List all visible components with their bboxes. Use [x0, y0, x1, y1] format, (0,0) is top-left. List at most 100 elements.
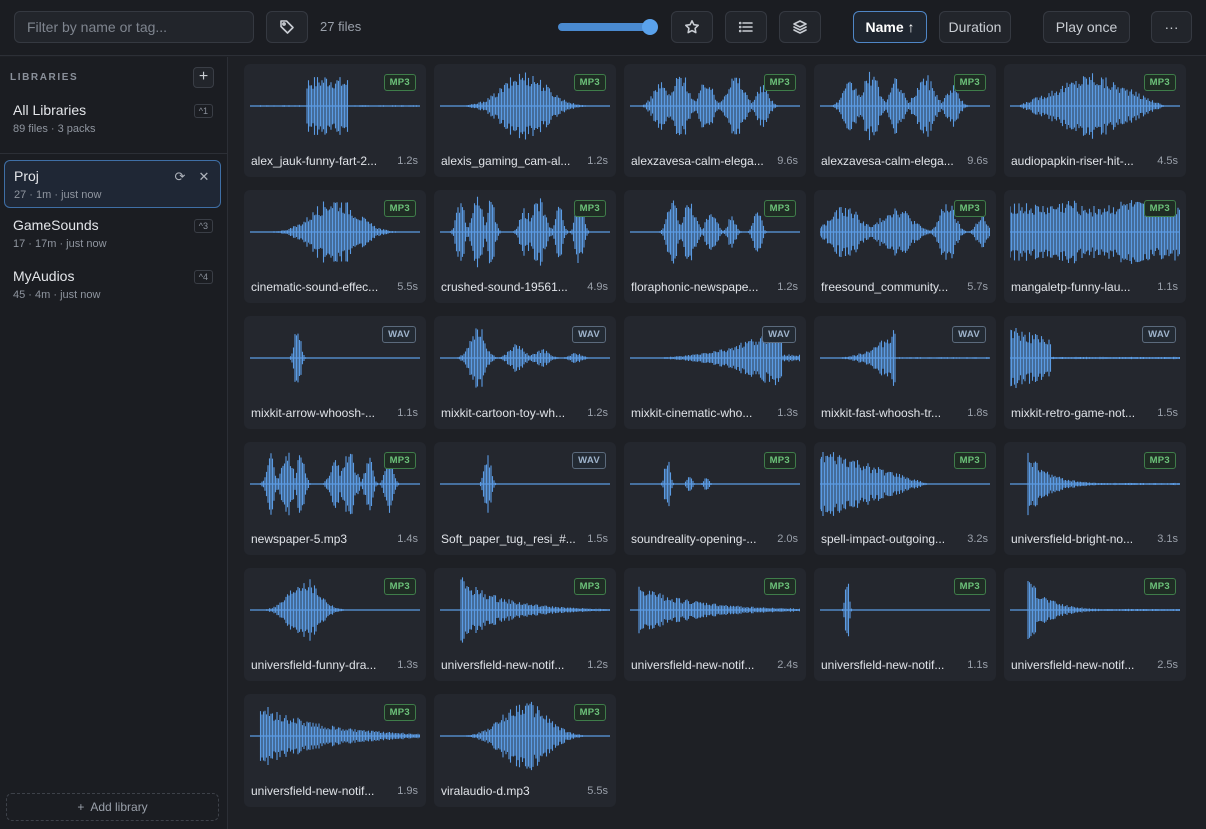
layers-button[interactable]: [779, 11, 821, 43]
file-name: viralaudio-d.mp3: [441, 784, 530, 798]
format-badge: MP3: [953, 452, 986, 469]
file-name: newspaper-5.mp3: [251, 532, 348, 546]
format-badge: MP3: [1143, 452, 1176, 469]
file-name: mixkit-fast-whoosh-tr...: [821, 406, 942, 420]
sound-card[interactable]: MP3 universfield-new-notif... 2.5s: [1004, 568, 1186, 681]
format-badge: MP3: [573, 74, 606, 91]
file-name: floraphonic-newspape...: [631, 280, 759, 294]
file-duration: 4.9s: [587, 281, 608, 293]
filter-input[interactable]: [14, 11, 254, 43]
library-meta: 17 · 17m · just now: [13, 238, 107, 250]
sound-card[interactable]: MP3 alexzavesa-calm-elega... 9.6s: [624, 64, 806, 177]
star-icon: [685, 20, 699, 34]
sound-card[interactable]: WAV Soft_paper_tug,_resi_#... 1.5s: [434, 442, 616, 555]
file-duration: 1.4s: [397, 533, 418, 545]
file-name: cinematic-sound-effec...: [251, 280, 379, 294]
file-name: audiopapkin-riser-hit-...: [1011, 154, 1134, 168]
format-badge: MP3: [383, 200, 416, 217]
sound-card[interactable]: MP3 floraphonic-newspape... 1.2s: [624, 190, 806, 303]
format-badge: MP3: [573, 200, 606, 217]
format-badge: MP3: [953, 74, 986, 91]
favorites-button[interactable]: [671, 11, 713, 43]
close-icon[interactable]: ✕: [196, 169, 212, 185]
sound-card[interactable]: MP3 viralaudio-d.mp3 5.5s: [434, 694, 616, 807]
tag-filter-button[interactable]: [266, 11, 308, 43]
sound-card[interactable]: WAV mixkit-arrow-whoosh-... 1.1s: [244, 316, 426, 429]
libraries-heading: LIBRARIES: [10, 72, 79, 83]
file-name: mixkit-cinematic-who...: [631, 406, 753, 420]
library-meta: 89 files · 3 packs: [13, 123, 96, 135]
file-name: universfield-funny-dra...: [251, 658, 377, 672]
sound-card[interactable]: WAV mixkit-cartoon-toy-wh... 1.2s: [434, 316, 616, 429]
format-badge: MP3: [383, 578, 416, 595]
more-menu-button[interactable]: ···: [1151, 11, 1192, 43]
sound-card[interactable]: WAV mixkit-fast-whoosh-tr... 1.8s: [814, 316, 996, 429]
waveform-bars: [259, 452, 400, 516]
sound-card[interactable]: MP3 alexis_gaming_cam-al... 1.2s: [434, 64, 616, 177]
sound-card[interactable]: MP3 newspaper-5.mp3 1.4s: [244, 442, 426, 555]
file-name: universfield-new-notif...: [251, 784, 375, 798]
file-duration: 2.0s: [777, 533, 798, 545]
format-badge: MP3: [383, 704, 416, 721]
format-badge: MP3: [763, 200, 796, 217]
waveform-bars: [449, 196, 590, 268]
tag-icon: [280, 20, 294, 34]
file-duration: 9.6s: [777, 155, 798, 167]
sound-card[interactable]: MP3 universfield-new-notif... 1.9s: [244, 694, 426, 807]
format-badge: MP3: [1143, 578, 1176, 595]
list-view-button[interactable]: [725, 11, 767, 43]
file-count: 27 files: [320, 19, 362, 34]
waveform-bars: [457, 328, 588, 388]
sound-card[interactable]: MP3 freesound_community... 5.7s: [814, 190, 996, 303]
sound-card[interactable]: MP3 universfield-new-notif... 2.4s: [624, 568, 806, 681]
file-name: freesound_community...: [821, 280, 949, 294]
sound-card[interactable]: MP3 crushed-sound-19561... 4.9s: [434, 190, 616, 303]
sound-card[interactable]: MP3 mangaletp-funny-lau... 1.1s: [1004, 190, 1186, 303]
file-name: spell-impact-outgoing...: [821, 532, 946, 546]
file-name: universfield-new-notif...: [441, 658, 565, 672]
file-duration: 1.2s: [397, 155, 418, 167]
file-name: mixkit-arrow-whoosh-...: [251, 406, 376, 420]
file-duration: 2.5s: [1157, 659, 1178, 671]
sidebar-item-all-libraries[interactable]: All Libraries 89 files · 3 packs ^1: [4, 95, 221, 143]
shortcut-badge: ^3: [193, 219, 213, 233]
library-meta: 45 · 4m · just now: [13, 289, 101, 301]
sound-card[interactable]: MP3 audiopapkin-riser-hit-... 4.5s: [1004, 64, 1186, 177]
sound-card[interactable]: WAV mixkit-retro-game-not... 1.5s: [1004, 316, 1186, 429]
sound-card[interactable]: MP3 universfield-bright-no... 3.1s: [1004, 442, 1186, 555]
sort-name-button[interactable]: Name ↑: [853, 11, 927, 43]
sound-card[interactable]: MP3 spell-impact-outgoing... 3.2s: [814, 442, 996, 555]
sound-card[interactable]: MP3 cinematic-sound-effec... 5.5s: [244, 190, 426, 303]
sound-card[interactable]: MP3 alex_jauk-funny-fart-2... 1.2s: [244, 64, 426, 177]
add-library-icon-button[interactable]: +: [193, 67, 214, 88]
format-badge: MP3: [1143, 74, 1176, 91]
sound-card[interactable]: MP3 universfield-new-notif... 1.1s: [814, 568, 996, 681]
file-duration: 1.2s: [777, 281, 798, 293]
sidebar-item-proj[interactable]: Proj 27 · 1m · just now ⟳ ✕: [4, 160, 221, 208]
add-library-button[interactable]: + Add library: [6, 793, 219, 821]
file-duration: 3.2s: [967, 533, 988, 545]
toolbar: 27 files Name ↑ Duration Play once ···: [0, 0, 1206, 56]
play-mode-button[interactable]: Play once: [1043, 11, 1130, 43]
file-name: crushed-sound-19561...: [441, 280, 568, 294]
zoom-slider-thumb[interactable]: [642, 19, 658, 35]
layers-icon: [793, 20, 807, 34]
sidebar: LIBRARIES + All Libraries 89 files · 3 p…: [0, 57, 228, 829]
file-duration: 4.5s: [1157, 155, 1178, 167]
file-name: alexis_gaming_cam-al...: [441, 154, 571, 168]
sidebar-item-gamesounds[interactable]: GameSounds 17 · 17m · just now ^3: [4, 210, 221, 258]
sidebar-item-myaudios[interactable]: MyAudios 45 · 4m · just now ^4: [4, 261, 221, 309]
sort-duration-button[interactable]: Duration: [939, 11, 1011, 43]
sound-card[interactable]: MP3 universfield-funny-dra... 1.3s: [244, 568, 426, 681]
zoom-slider[interactable]: [556, 19, 658, 35]
refresh-icon[interactable]: ⟳: [172, 169, 188, 185]
file-duration: 2.4s: [777, 659, 798, 671]
format-badge: MP3: [763, 74, 796, 91]
sound-card[interactable]: MP3 alexzavesa-calm-elega... 9.6s: [814, 64, 996, 177]
sound-card[interactable]: MP3 soundreality-opening-... 2.0s: [624, 442, 806, 555]
sound-card[interactable]: WAV mixkit-cinematic-who... 1.3s: [624, 316, 806, 429]
file-name: mangaletp-funny-lau...: [1011, 280, 1131, 294]
sound-card[interactable]: MP3 universfield-new-notif... 1.2s: [434, 568, 616, 681]
file-duration: 1.8s: [967, 407, 988, 419]
format-badge: MP3: [763, 578, 796, 595]
